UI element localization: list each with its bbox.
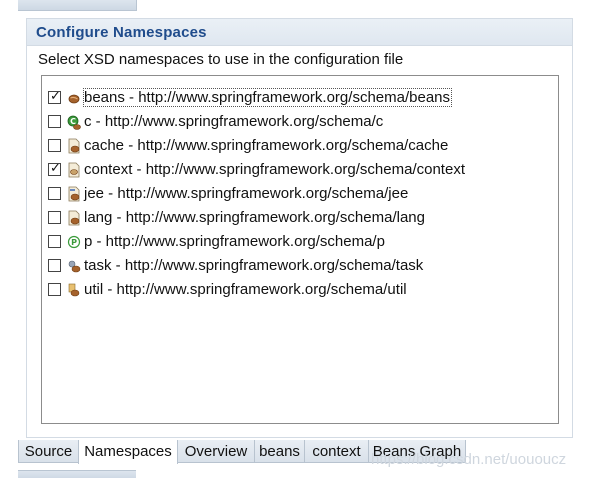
namespace-row-jee[interactable]: jee - http://www.springframework.org/sch… [46, 184, 546, 206]
namespace-row-p[interactable]: P p - http://www.springframework.org/sch… [46, 232, 546, 254]
tab-overview[interactable]: Overview [177, 440, 255, 463]
editor-window: Configure Namespaces Select XSD namespac… [0, 0, 591, 478]
bean-icon [68, 94, 80, 104]
section-title: Configure Namespaces [36, 24, 207, 41]
c-namespace-icon: C [67, 115, 81, 130]
checkbox-task[interactable] [48, 259, 61, 272]
checkbox-util[interactable] [48, 283, 61, 296]
namespace-label: lang - http://www.springframework.org/sc… [84, 209, 425, 226]
bottom-panel-strip [18, 470, 136, 478]
checkbox-lang[interactable] [48, 211, 61, 224]
namespace-label: util - http://www.springframework.org/sc… [84, 281, 407, 298]
previous-section-strip [0, 0, 591, 12]
checkbox-context[interactable]: ✓ [48, 161, 61, 176]
checkmark-icon: ✓ [50, 89, 61, 104]
tab-beans[interactable]: beans [254, 440, 305, 463]
task-icon [68, 260, 81, 273]
svg-text:P: P [71, 238, 77, 247]
namespace-label: task - http://www.springframework.org/sc… [84, 257, 424, 274]
namespace-row-lang[interactable]: lang - http://www.springframework.org/sc… [46, 208, 546, 230]
namespace-label: beans - http://www.springframework.org/s… [83, 88, 452, 107]
namespace-label: p - http://www.springframework.org/schem… [84, 233, 385, 250]
left-rail [0, 0, 18, 478]
util-icon [68, 283, 80, 297]
section-description: Select XSD namespaces to use in the conf… [38, 51, 404, 68]
namespace-list[interactable]: ✓ beans - http://www.springframework.org… [41, 75, 559, 424]
namespace-row-task[interactable]: task - http://www.springframework.org/sc… [46, 256, 546, 278]
namespace-label: context - http://www.springframework.org… [84, 161, 465, 178]
checkmark-icon: ✓ [50, 161, 61, 176]
checkbox-cache[interactable] [48, 139, 61, 152]
watermark: https://blog.csdn.net/uououcz [371, 451, 567, 468]
checkbox-c[interactable] [48, 115, 61, 128]
p-namespace-icon: P [67, 235, 81, 249]
lang-icon [68, 210, 80, 226]
checkbox-p[interactable] [48, 235, 61, 248]
namespace-row-beans[interactable]: ✓ beans - http://www.springframework.org… [46, 88, 546, 110]
namespace-row-c[interactable]: C c - http://www.springframework.org/sch… [46, 112, 546, 134]
cache-icon [68, 138, 80, 154]
context-icon [68, 162, 80, 178]
tab-source[interactable]: Source [18, 440, 79, 463]
namespace-row-cache[interactable]: cache - http://www.springframework.org/s… [46, 136, 546, 158]
checkbox-jee[interactable] [48, 187, 61, 200]
namespace-label: c - http://www.springframework.org/schem… [84, 113, 384, 130]
tab-namespaces[interactable]: Namespaces [78, 440, 178, 464]
namespace-label: cache - http://www.springframework.org/s… [84, 137, 449, 154]
namespace-row-util[interactable]: util - http://www.springframework.org/sc… [46, 280, 546, 302]
namespace-row-context[interactable]: ✓ context - http://www.springframework.o… [46, 160, 546, 182]
namespace-label: jee - http://www.springframework.org/sch… [84, 185, 409, 202]
previous-section-header [18, 0, 137, 11]
section-header[interactable]: Configure Namespaces [27, 19, 572, 46]
checkbox-beans[interactable]: ✓ [48, 89, 61, 104]
jee-icon [68, 186, 80, 202]
tab-context[interactable]: context [304, 440, 369, 463]
configure-namespaces-section: Configure Namespaces Select XSD namespac… [26, 18, 573, 438]
